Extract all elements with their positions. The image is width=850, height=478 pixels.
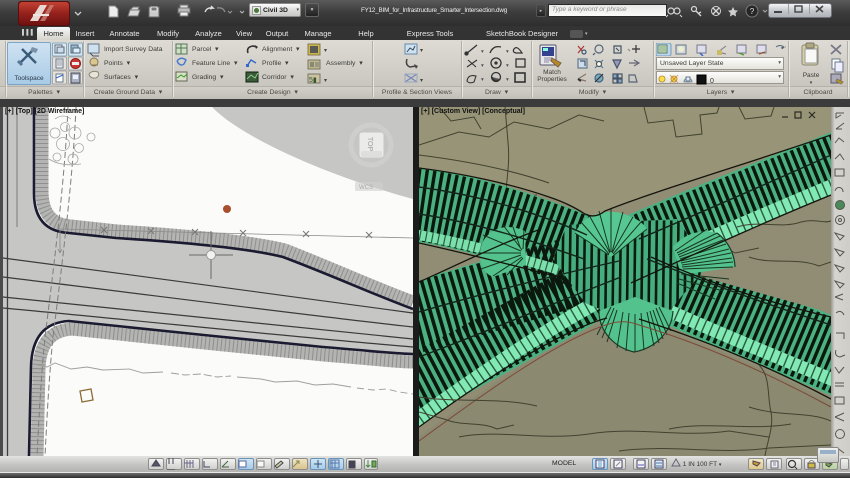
svg-text:▾: ▾ [420,78,423,84]
svg-text:▾: ▾ [481,63,484,69]
svg-text:WCS: WCS [359,185,373,191]
svg-text:▾: ▾ [324,48,327,54]
svg-text:▾: ▾ [420,48,423,54]
svg-text:▾: ▾ [481,49,484,55]
svg-text:5▮: 5▮ [309,77,317,84]
svg-text:▾: ▾ [481,77,484,83]
svg-text:0: 0 [710,78,714,85]
svg-text:▾: ▾ [324,78,327,84]
svg-text:▾: ▾ [506,77,509,83]
svg-text:▾: ▾ [506,63,509,69]
svg-text:TOP: TOP [366,137,373,152]
svg-text:▾: ▾ [506,49,509,55]
svg-text:?: ? [750,7,755,16]
